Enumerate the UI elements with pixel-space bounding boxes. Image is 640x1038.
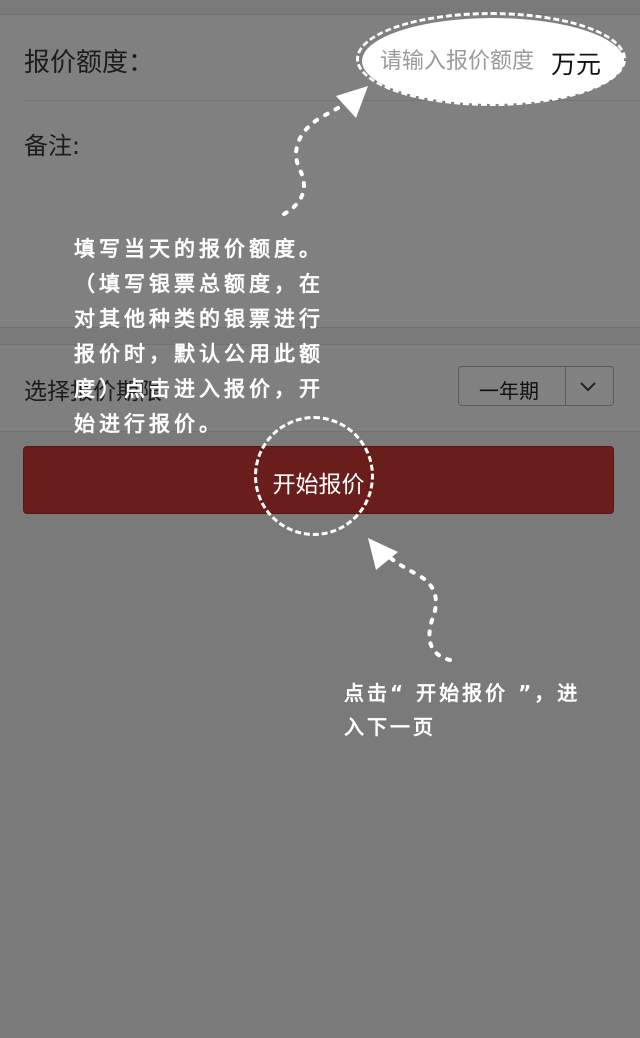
arrow-to-amount-path: [282, 96, 354, 216]
arrow-to-button-head: [368, 538, 398, 570]
arrow-to-amount-head: [336, 86, 368, 118]
annotation-arrows: [282, 86, 452, 662]
arrow-to-button-path: [386, 554, 452, 662]
